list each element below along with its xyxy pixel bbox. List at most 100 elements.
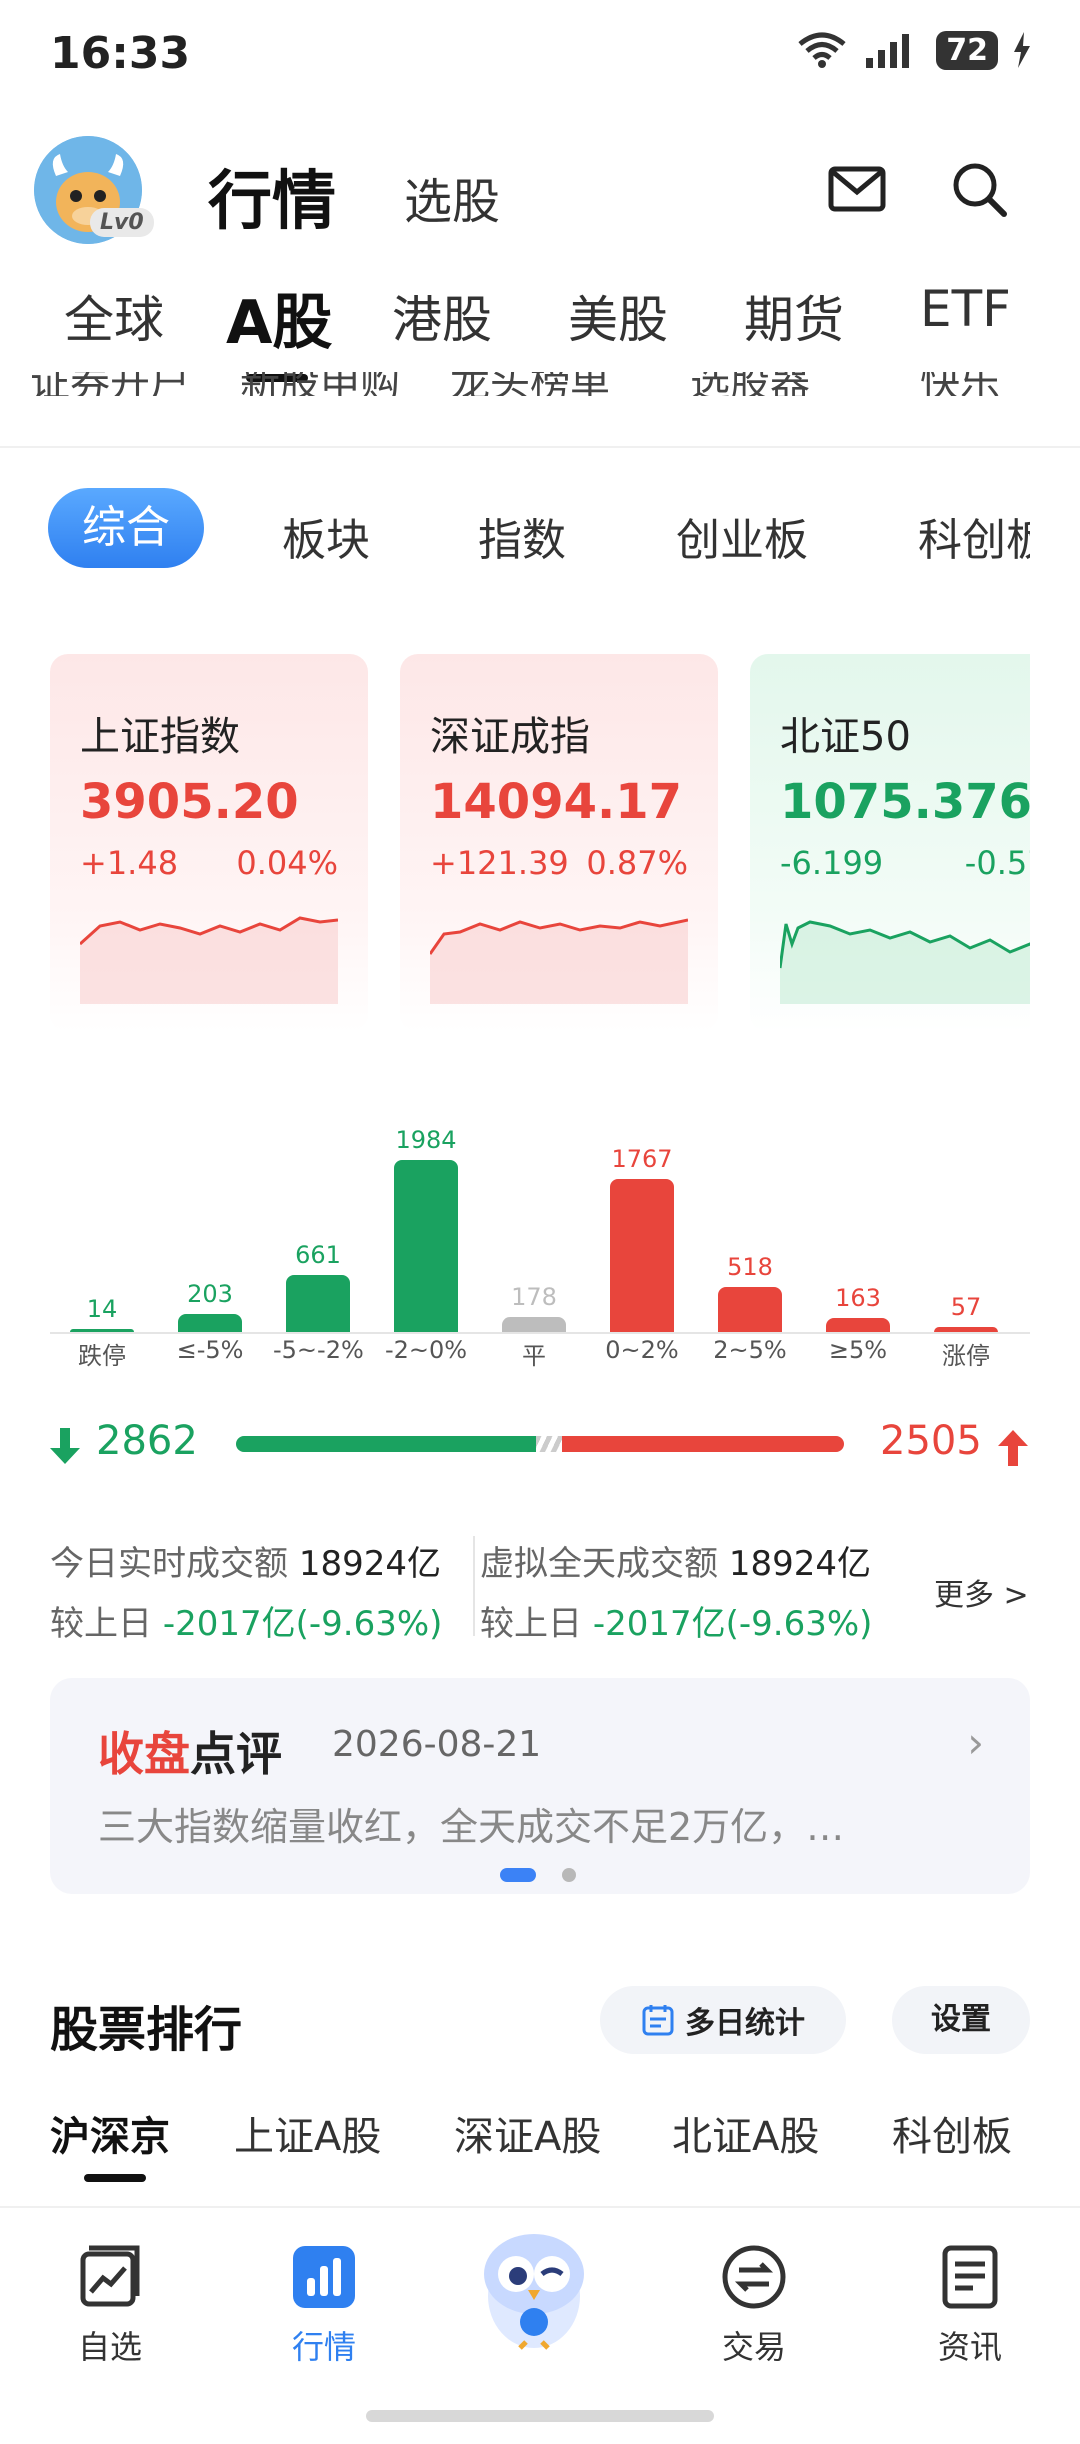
virtual-compare: 较上日 -2017亿(-9.63%)	[480, 1596, 872, 1645]
decliners-bar	[236, 1436, 536, 1452]
tab-hk-stocks[interactable]: 港股	[392, 280, 492, 352]
ranking-title: 股票排行	[50, 2002, 243, 2058]
index-sparkline	[80, 916, 338, 1004]
review-date: 2026-08-21	[332, 1724, 542, 1765]
shortcut-item[interactable]: 新股申购	[240, 372, 400, 396]
chart-category-label: -2~0%	[384, 1336, 468, 1364]
nav-watchlist[interactable]: 自选	[40, 2244, 180, 2368]
shortcut-item[interactable]: 选股器	[690, 372, 810, 396]
rank-tab-all[interactable]: 沪深京	[50, 2104, 170, 2162]
level-badge: Lv0	[90, 208, 154, 237]
chart-bar	[502, 1317, 566, 1332]
search-icon[interactable]	[950, 160, 1010, 220]
status-icons: 72	[796, 30, 1032, 70]
rank-tab-sse[interactable]: 上证A股	[234, 2104, 381, 2162]
index-card-shanghai[interactable]: 上证指数 3905.20 +1.48 0.04%	[50, 654, 368, 1032]
rank-tab-bse[interactable]: 北证A股	[672, 2104, 819, 2162]
tab-futures[interactable]: 期货	[744, 280, 844, 352]
nav-assistant[interactable]	[464, 2218, 604, 2362]
virtual-turnover: 虚拟全天成交额 18924亿	[480, 1536, 871, 1585]
index-card-shenzhen[interactable]: 深证成指 14094.17 +121.39 0.87%	[400, 654, 718, 1032]
chart-category-label: 涨停	[942, 1342, 990, 1370]
mail-icon[interactable]	[828, 166, 886, 212]
stock-picker-tab[interactable]: 选股	[404, 162, 500, 232]
page-title[interactable]: 行情	[208, 150, 336, 242]
chart-category-label: ≤-5%	[176, 1336, 244, 1364]
chevron-right-icon[interactable]: ›	[967, 1718, 984, 1767]
review-tag-close: 收盘	[98, 1727, 190, 1781]
index-change: +1.48	[80, 844, 179, 882]
arrow-down-icon	[50, 1428, 80, 1464]
home-indicator	[366, 2410, 714, 2422]
carousel-dot[interactable]	[562, 1868, 576, 1882]
battery-level: 72	[936, 30, 998, 70]
subtab-overview[interactable]: 综合	[48, 488, 204, 568]
subtab-chinext[interactable]: 创业板	[676, 504, 808, 568]
shortcut-row: 证券开户 新股申购 龙头榜单 选股器 快乐	[30, 372, 1050, 396]
chart-value-label: 163	[835, 1284, 881, 1312]
settings-button[interactable]: 设置	[892, 1986, 1030, 2054]
compare-label: 较上日	[50, 1604, 152, 1644]
review-tag-comment: 点评	[190, 1727, 282, 1781]
shortcut-item[interactable]: 龙头榜单	[450, 372, 610, 396]
chart-bar	[934, 1327, 998, 1332]
closing-review-card[interactable]: 收盘 点评 2026-08-21 › 三大指数缩量收红，全天成交不足2万亿，…	[50, 1678, 1030, 1894]
subtab-indices[interactable]: 指数	[478, 504, 566, 568]
virtual-turnover-label: 虚拟全天成交额	[480, 1544, 718, 1584]
flat-bar	[536, 1436, 562, 1452]
news-icon	[942, 2245, 998, 2309]
chart-value-label: 518	[727, 1253, 773, 1281]
tab-etf[interactable]: ETF	[920, 280, 1011, 338]
chart-bar	[178, 1314, 242, 1332]
nav-trade[interactable]: 交易	[684, 2244, 824, 2368]
market-tabs: 全球 A股 港股 美股 期货 ETF	[0, 280, 1080, 360]
carousel-dot-active[interactable]	[500, 1868, 536, 1882]
chart-bar	[394, 1160, 458, 1332]
today-turnover: 今日实时成交额 18924亿	[50, 1536, 441, 1585]
wifi-icon	[798, 32, 846, 68]
calendar-icon	[642, 2005, 674, 2036]
multi-day-stats-button[interactable]: 多日统计	[600, 1986, 846, 2054]
today-turnover-label: 今日实时成交额	[50, 1544, 288, 1584]
nav-label: 交易	[721, 2328, 786, 2366]
index-name: 北证50	[780, 714, 911, 760]
chart-value-label: 14	[86, 1295, 118, 1323]
tab-global[interactable]: 全球	[64, 280, 164, 352]
index-card-bse50[interactable]: 北证50 1075.376 -6.199 -0.57%	[750, 654, 1030, 1032]
index-value: 3905.20	[80, 774, 299, 830]
charging-icon	[1014, 32, 1030, 68]
today-turnover-value: 18924亿	[298, 1544, 441, 1584]
chart-value-label: 203	[187, 1280, 233, 1308]
nav-market[interactable]: 行情	[254, 2244, 394, 2368]
index-percent: -0.57%	[964, 844, 1030, 882]
subtab-sectors[interactable]: 板块	[282, 504, 370, 568]
chart-bar	[70, 1329, 134, 1332]
shortcut-item[interactable]: 证券开户	[30, 372, 190, 396]
owl-mascot-icon	[484, 2234, 584, 2350]
index-percent: 0.87%	[586, 844, 688, 882]
status-time: 16:33	[50, 28, 191, 79]
virtual-turnover-value: 18924亿	[728, 1544, 871, 1584]
turnover-separator	[473, 1536, 475, 1636]
tab-us-stocks[interactable]: 美股	[568, 280, 668, 352]
index-cards: 上证指数 3905.20 +1.48 0.04% 深证成指 14094.17 +…	[50, 654, 1030, 1034]
index-percent: 0.04%	[236, 844, 338, 882]
more-link[interactable]: 更多 >	[934, 1570, 1029, 1614]
chart-value-label: 1767	[611, 1145, 673, 1173]
chart-value-label: 661	[295, 1241, 341, 1269]
rank-tab-szse[interactable]: 深证A股	[454, 2104, 601, 2162]
tab-a-shares[interactable]: A股	[226, 274, 332, 361]
nav-news[interactable]: 资讯	[900, 2244, 1040, 2368]
chart-category-label: 平	[522, 1342, 546, 1370]
index-name: 上证指数	[80, 714, 240, 760]
compare-label: 较上日	[480, 1604, 582, 1644]
chart-bar	[286, 1275, 350, 1332]
index-value: 1075.376	[780, 774, 1030, 830]
shortcut-item[interactable]: 快乐	[920, 372, 1000, 396]
compare-value: -2017亿(-9.63%)	[162, 1604, 443, 1644]
index-name: 深证成指	[430, 714, 590, 760]
subtab-star-market[interactable]: 科创板	[918, 504, 1030, 568]
chart-bar	[826, 1318, 890, 1332]
chart-category-label: ≥5%	[828, 1336, 888, 1364]
rank-tab-star[interactable]: 科创板	[892, 2104, 1012, 2162]
